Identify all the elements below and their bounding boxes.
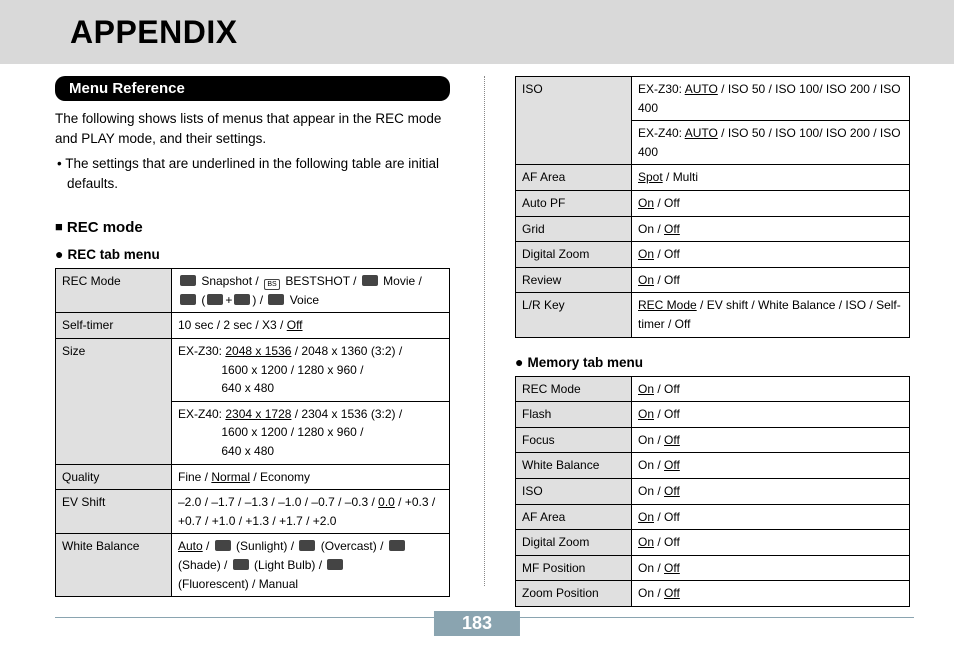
table-row: L/R Key REC Mode / EV shift / White Bala… xyxy=(516,293,910,337)
cell-label: EV Shift xyxy=(56,490,172,534)
cell-label: White Balance xyxy=(56,534,172,597)
cell-value: On / Off xyxy=(632,478,910,504)
content-area: Menu Reference The following shows lists… xyxy=(0,64,954,607)
combo-icon xyxy=(180,294,196,305)
cell-value: Snapshot / BS BESTSHOT / Movie / (+) / V… xyxy=(172,269,450,313)
table-row: Self-timer 10 sec / 2 sec / X3 / Off xyxy=(56,313,450,339)
section-heading-pill: Menu Reference xyxy=(55,76,450,101)
dot-bullet-icon: ● xyxy=(55,246,63,262)
cell-label: REC Mode xyxy=(56,269,172,313)
square-bullet-icon: ■ xyxy=(55,219,63,234)
cell-label: AF Area xyxy=(516,504,632,530)
table-row: Grid On / Off xyxy=(516,216,910,242)
rec-tab-heading: ●REC tab menu xyxy=(55,246,454,262)
table-row: ISOOn / Off xyxy=(516,478,910,504)
table-row: FlashOn / Off xyxy=(516,402,910,428)
table-row: Digital ZoomOn / Off xyxy=(516,530,910,556)
cell-value: EX-Z30: 2048 x 1536 / 2048 x 1360 (3:2) … xyxy=(172,339,450,402)
snap-small-icon xyxy=(207,294,223,305)
memory-tab-heading: ●Memory tab menu xyxy=(515,354,914,370)
movie-icon xyxy=(362,275,378,286)
table-row: REC Mode Snapshot / BS BESTSHOT / Movie … xyxy=(56,269,450,313)
table-row: White Balance Auto / (Sunlight) / (Overc… xyxy=(56,534,450,597)
cell-label: White Balance xyxy=(516,453,632,479)
cell-value: On / Off xyxy=(632,242,910,268)
table-row: Review On / Off xyxy=(516,267,910,293)
cell-value: EX-Z30: AUTO / ISO 50 / ISO 100/ ISO 200… xyxy=(632,77,910,121)
left-column: Menu Reference The following shows lists… xyxy=(55,76,484,607)
rec-tab-table-cont: ISO EX-Z30: AUTO / ISO 50 / ISO 100/ ISO… xyxy=(515,76,910,338)
cell-label: Review xyxy=(516,267,632,293)
table-row: Auto PF On / Off xyxy=(516,190,910,216)
cell-value: On / Off xyxy=(632,402,910,428)
rec-mode-heading: ■REC mode xyxy=(55,219,454,236)
mic-small-icon xyxy=(234,294,250,305)
cell-value: REC Mode / EV shift / White Balance / IS… xyxy=(632,293,910,337)
right-column: ISO EX-Z30: AUTO / ISO 50 / ISO 100/ ISO… xyxy=(485,76,914,607)
cell-value: Spot / Multi xyxy=(632,165,910,191)
table-row: Quality Fine / Normal / Economy xyxy=(56,464,450,490)
page-title: APPENDIX xyxy=(70,14,238,51)
shade-icon xyxy=(389,540,405,551)
cell-label: L/R Key xyxy=(516,293,632,337)
table-row: Digital Zoom On / Off xyxy=(516,242,910,268)
cell-value: EX-Z40: AUTO / ISO 50 / ISO 100/ ISO 200… xyxy=(632,121,910,165)
cell-label: Digital Zoom xyxy=(516,530,632,556)
cell-label: Grid xyxy=(516,216,632,242)
cell-value: On / Off xyxy=(632,267,910,293)
cell-value: EX-Z40: 2304 x 1728 / 2304 x 1536 (3:2) … xyxy=(172,401,450,464)
cell-label: Quality xyxy=(56,464,172,490)
table-row: REC ModeOn / Off xyxy=(516,376,910,402)
cell-value: On / Off xyxy=(632,581,910,607)
cell-label: ISO xyxy=(516,478,632,504)
overcast-icon xyxy=(299,540,315,551)
snapshot-icon xyxy=(180,275,196,286)
voice-icon xyxy=(268,294,284,305)
table-row: Zoom PositionOn / Off xyxy=(516,581,910,607)
cell-label: REC Mode xyxy=(516,376,632,402)
cell-value: On / Off xyxy=(632,216,910,242)
page-number-box: 183 xyxy=(434,611,520,636)
cell-label: Auto PF xyxy=(516,190,632,216)
cell-value: On / Off xyxy=(632,453,910,479)
cell-label: Size xyxy=(56,339,172,465)
cell-label: Zoom Position xyxy=(516,581,632,607)
cell-label: AF Area xyxy=(516,165,632,191)
intro-text: The following shows lists of menus that … xyxy=(55,109,454,148)
title-bar: APPENDIX xyxy=(0,0,954,64)
table-row: ISO EX-Z30: AUTO / ISO 50 / ISO 100/ ISO… xyxy=(516,77,910,121)
dot-bullet-icon: ● xyxy=(515,354,523,370)
page-number: 183 xyxy=(462,613,492,634)
cell-value: On / Off xyxy=(632,427,910,453)
rec-tab-table: REC Mode Snapshot / BS BESTSHOT / Movie … xyxy=(55,268,450,597)
cell-value: On / Off xyxy=(632,190,910,216)
bestshot-icon: BS xyxy=(264,279,280,290)
cell-label: Digital Zoom xyxy=(516,242,632,268)
table-row: White BalanceOn / Off xyxy=(516,453,910,479)
table-row: AF Area Spot / Multi xyxy=(516,165,910,191)
cell-value: 10 sec / 2 sec / X3 / Off xyxy=(172,313,450,339)
cell-value: Fine / Normal / Economy xyxy=(172,464,450,490)
table-row: AF AreaOn / Off xyxy=(516,504,910,530)
bullet-note: • The settings that are underlined in th… xyxy=(55,154,454,193)
lightbulb-icon xyxy=(233,559,249,570)
table-row: FocusOn / Off xyxy=(516,427,910,453)
cell-label: Flash xyxy=(516,402,632,428)
table-row: MF PositionOn / Off xyxy=(516,555,910,581)
cell-value: –2.0 / –1.7 / –1.3 / –1.0 / –0.7 / –0.3 … xyxy=(172,490,450,534)
memory-tab-table: REC ModeOn / Off FlashOn / Off FocusOn /… xyxy=(515,376,910,607)
cell-label: Focus xyxy=(516,427,632,453)
sunlight-icon xyxy=(215,540,231,551)
table-row: Size EX-Z30: 2048 x 1536 / 2048 x 1360 (… xyxy=(56,339,450,402)
cell-label: Self-timer xyxy=(56,313,172,339)
table-row: EV Shift –2.0 / –1.7 / –1.3 / –1.0 / –0.… xyxy=(56,490,450,534)
cell-value: On / Off xyxy=(632,376,910,402)
cell-value: Auto / (Sunlight) / (Overcast) / (Shade)… xyxy=(172,534,450,597)
cell-label: ISO xyxy=(516,77,632,165)
cell-value: On / Off xyxy=(632,504,910,530)
cell-value: On / Off xyxy=(632,555,910,581)
fluorescent-icon xyxy=(327,559,343,570)
cell-label: MF Position xyxy=(516,555,632,581)
cell-value: On / Off xyxy=(632,530,910,556)
